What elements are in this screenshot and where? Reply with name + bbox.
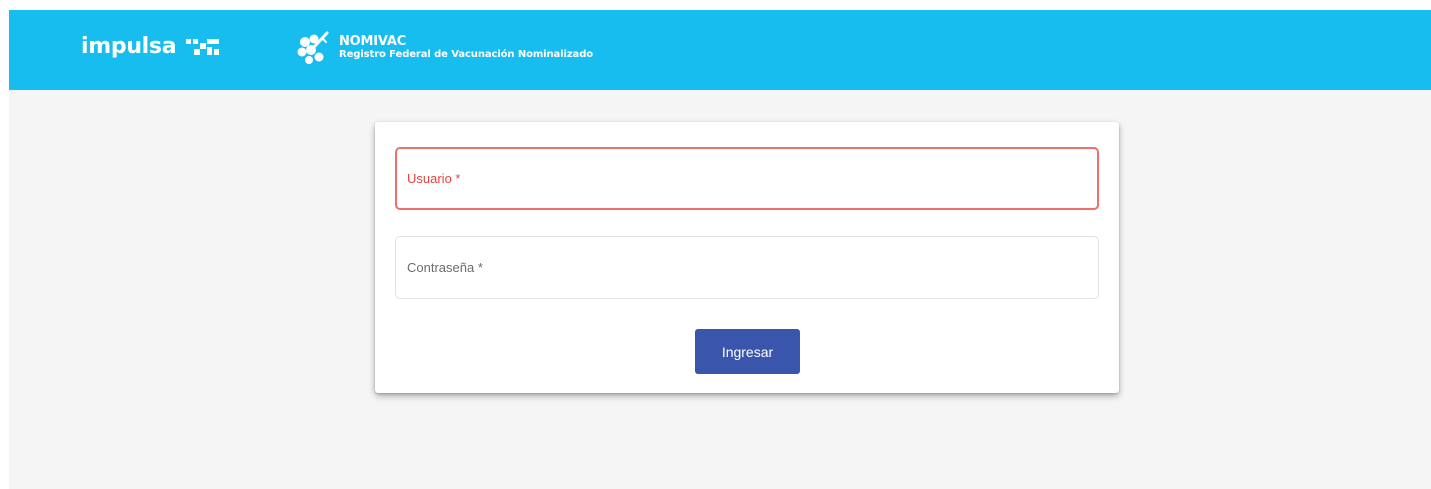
login-button[interactable]: Ingresar: [695, 329, 800, 374]
program-name: NOMIVAC: [339, 34, 407, 49]
impulsa-mark-icon: [186, 39, 220, 55]
impulsa-brand: impulsa: [81, 32, 220, 62]
program-subtitle: Registro Federal de Vacunación Nominaliz…: [339, 49, 594, 60]
app-frame: impulsa NOMIVAC Registro Federal de Vacu…: [9, 10, 1431, 489]
password-input[interactable]: [396, 237, 1098, 298]
brand-wordmark: impulsa: [81, 34, 177, 59]
program-branding: NOMIVAC Registro Federal de Vacunación N…: [295, 30, 593, 66]
username-input[interactable]: [397, 149, 1097, 208]
top-bar: impulsa NOMIVAC Registro Federal de Vacu…: [9, 10, 1431, 90]
vaccine-flower-icon: [297, 31, 329, 64]
username-field[interactable]: Usuario *: [395, 147, 1099, 210]
program-text: NOMIVAC Registro Federal de Vacunación N…: [339, 35, 593, 61]
login-card: Usuario * Contraseña * Ingresar: [375, 122, 1119, 393]
password-field[interactable]: Contraseña *: [395, 236, 1099, 299]
